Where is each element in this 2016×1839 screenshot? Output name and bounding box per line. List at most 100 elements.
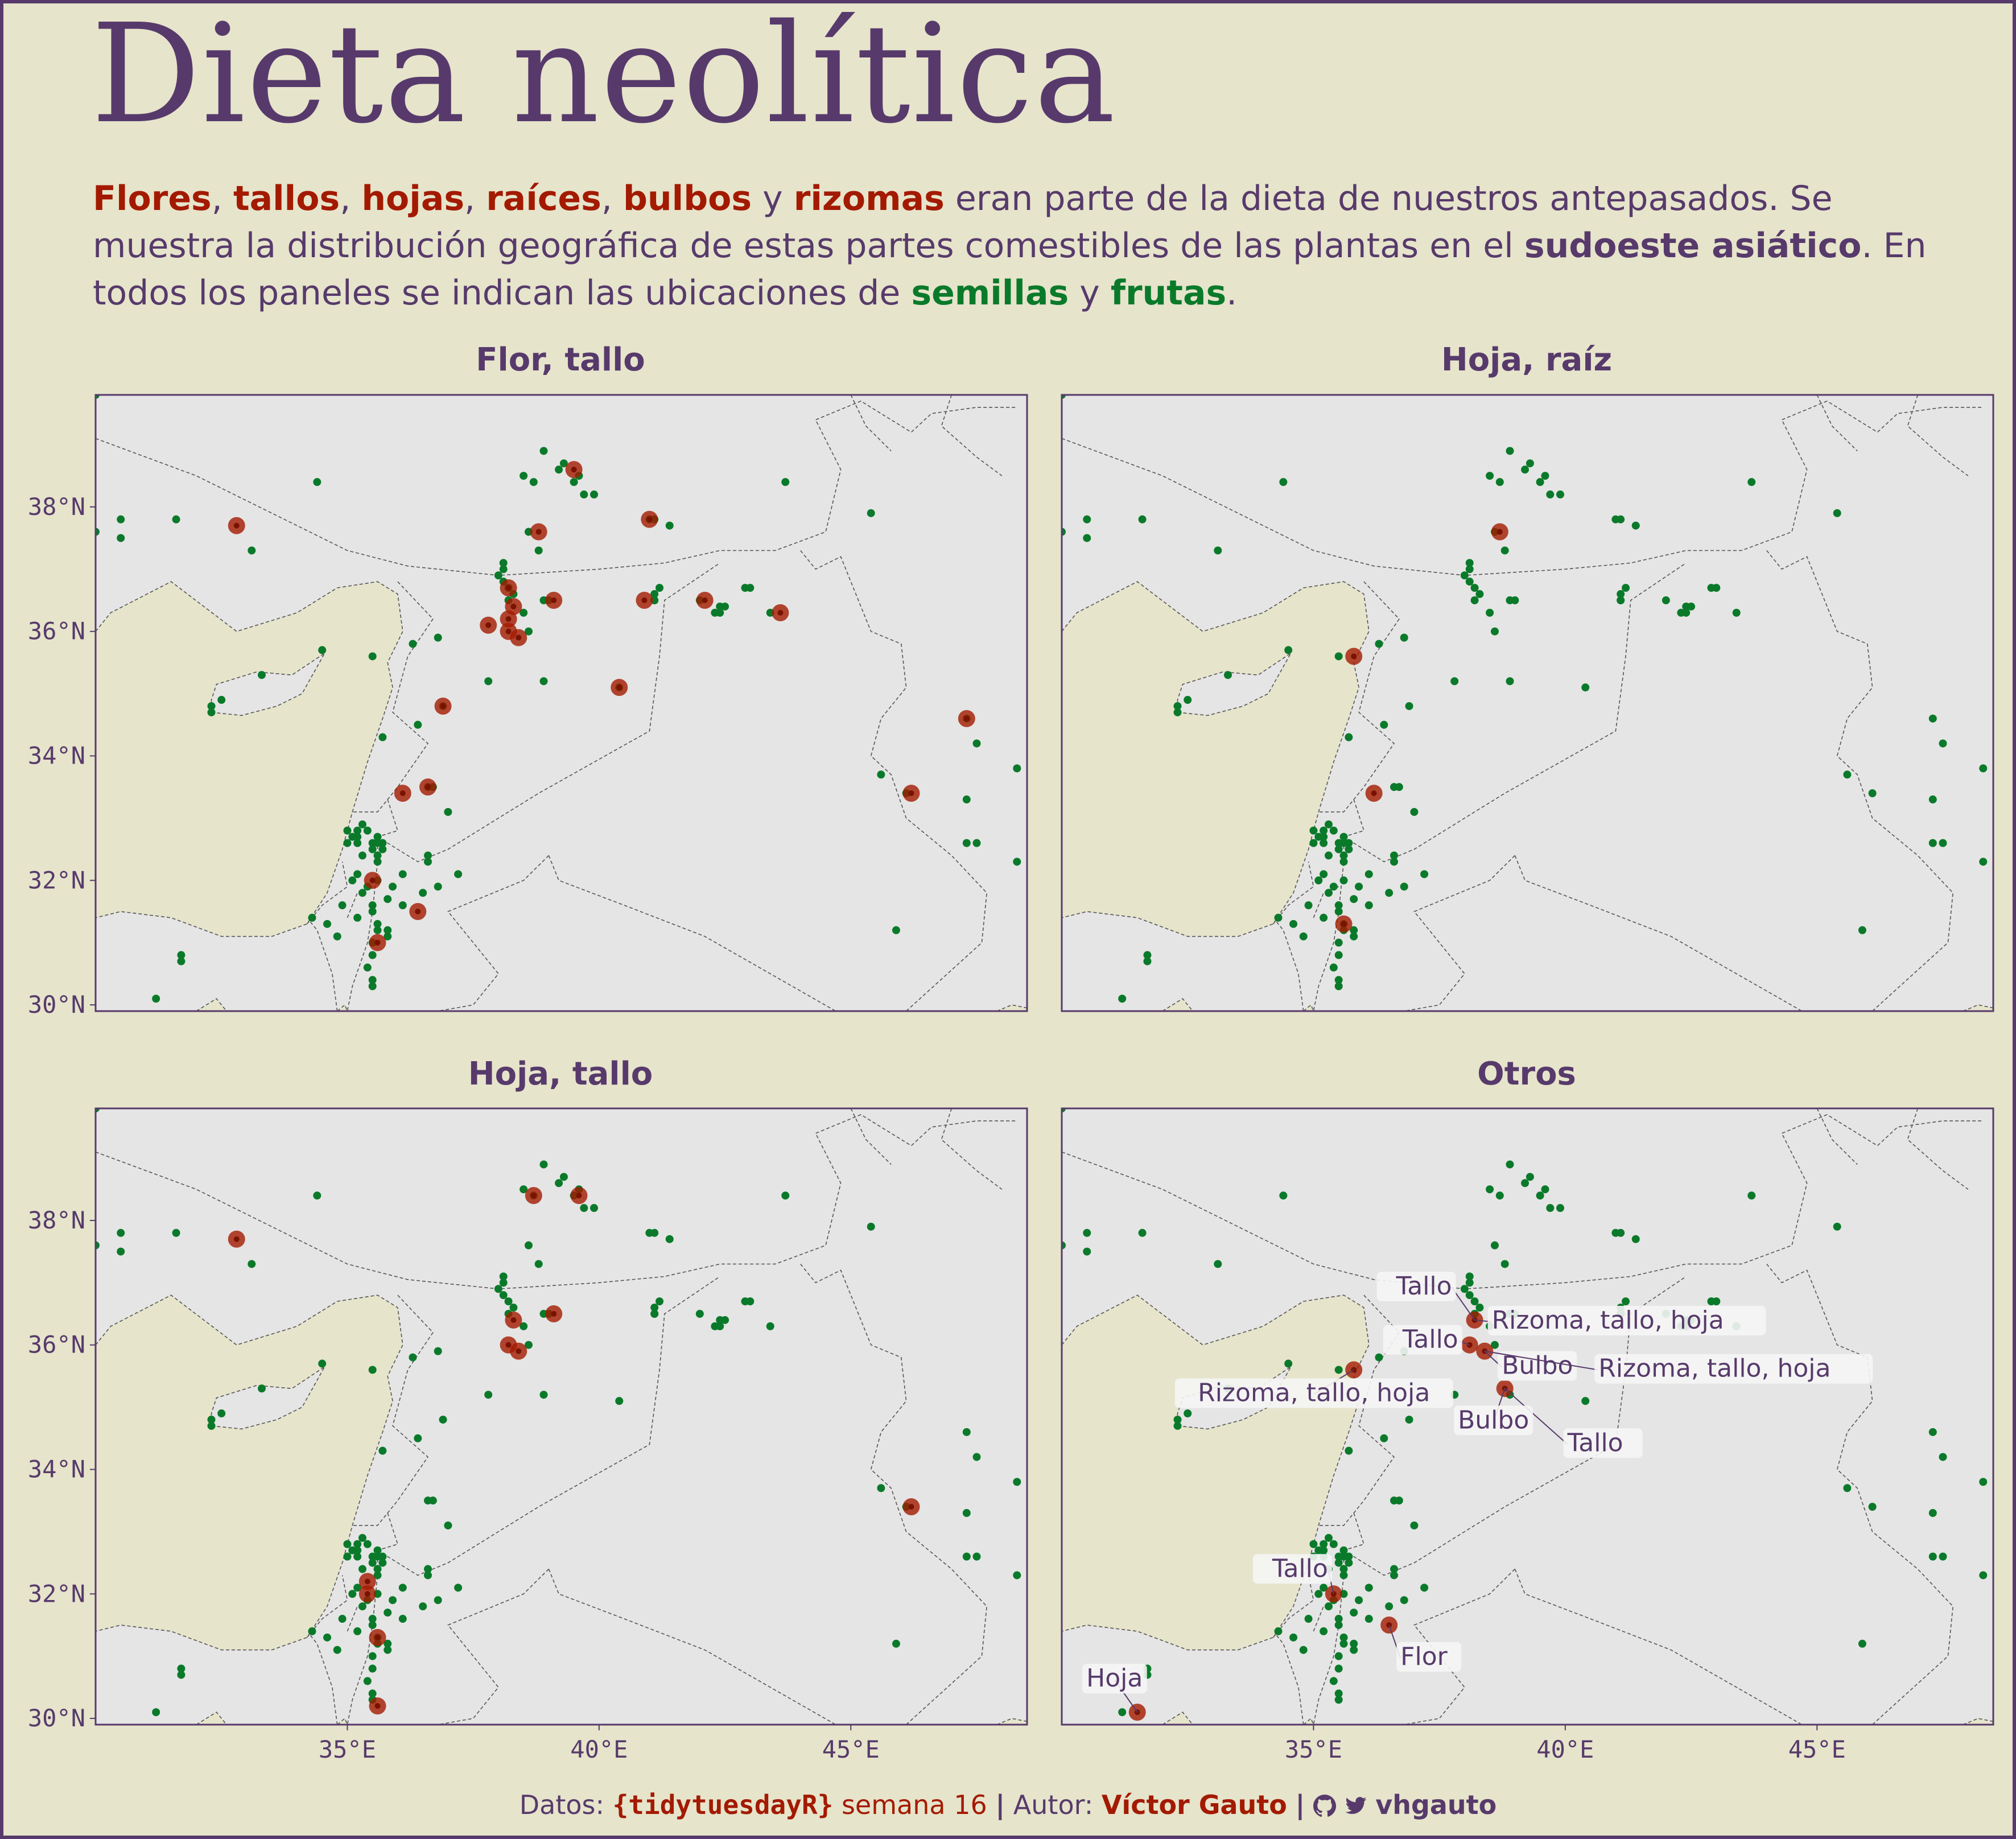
seed-fruit-point (721, 1316, 729, 1324)
seed-fruit-point (580, 490, 588, 499)
plant-part-point-core (505, 628, 512, 634)
seed-fruit-point (892, 926, 900, 934)
seed-fruit-point (1939, 739, 1947, 748)
point-label: Tallo (1567, 1428, 1623, 1457)
plant-part-point-core (551, 597, 557, 603)
seed-fruit-point (1013, 764, 1021, 773)
seed-fruit-point (1410, 807, 1419, 816)
plant-part-point-core (369, 877, 376, 884)
lat-tick-label: 36°N (28, 1331, 85, 1359)
point-label: Rizoma, tallo, hoja (1198, 1378, 1430, 1407)
seed-fruit-point (1320, 826, 1328, 835)
seed-fruit-point (1858, 926, 1866, 934)
seed-fruit-point (1083, 515, 1091, 523)
seed-fruit-point (1284, 1359, 1293, 1368)
seed-fruit-point (1868, 789, 1877, 798)
seed-fruit-point (1299, 1646, 1308, 1654)
seed-fruit-point (1324, 889, 1333, 897)
seed-fruit-point (353, 870, 362, 879)
seed-fruit-point (1320, 870, 1328, 879)
seed-fruit-point (1475, 590, 1484, 599)
plant-part-point-core (374, 1634, 381, 1640)
seed-fruit-point (520, 472, 528, 480)
point-label: Tallo (1272, 1554, 1328, 1583)
seed-fruit-point (1712, 584, 1721, 592)
seed-fruit-point (1546, 1204, 1555, 1213)
seed-fruit-point (1939, 1453, 1947, 1461)
seed-fruit-point (1405, 702, 1413, 710)
seed-fruit-point (1405, 1415, 1413, 1424)
seed-fruit-point (1617, 515, 1625, 523)
seed-fruit-point (665, 521, 674, 530)
seed-fruit-point (409, 640, 417, 648)
plant-part-point-core (485, 622, 492, 628)
seed-fruit-point (1465, 1272, 1474, 1281)
twitter-icon[interactable] (1345, 1795, 1367, 1817)
plant-part-point-core (233, 1236, 240, 1242)
seed-fruit-point (1184, 1409, 1192, 1418)
seed-fruit-point (1475, 1304, 1484, 1312)
seed-fruit-point (308, 913, 316, 922)
seed-fruit-point (398, 1615, 407, 1623)
footer-separator-2: | (1295, 1789, 1305, 1820)
seed-fruit-point (1395, 1496, 1403, 1505)
seed-fruit-point (1329, 826, 1338, 835)
seed-fruit-point (1329, 1677, 1338, 1685)
seed-fruit-point (1364, 901, 1373, 910)
seed-fruit-point (343, 839, 352, 847)
seed-fruit-point (746, 1297, 755, 1306)
seed-fruit-point (494, 571, 502, 580)
plant-part-point-core (233, 522, 240, 529)
seed-fruit-point (1309, 826, 1318, 835)
seed-fruit-point (1324, 820, 1333, 828)
seed-fruit-point (398, 870, 407, 879)
seed-fruit-point (414, 1434, 422, 1442)
seed-fruit-point (428, 1496, 437, 1505)
github-icon[interactable] (1313, 1795, 1336, 1817)
seed-fruit-point (1622, 584, 1630, 592)
seed-fruit-point (373, 857, 382, 866)
seed-fruit-point (1631, 521, 1640, 530)
seed-fruit-point (1334, 938, 1343, 947)
seed-fruit-point (1465, 559, 1474, 567)
seed-fruit-point (1928, 1509, 1937, 1518)
seed-fruit-point (384, 1609, 392, 1617)
seed-fruit-point (1400, 883, 1408, 891)
lat-tick-label: 34°N (28, 741, 85, 769)
seed-fruit-point (1380, 720, 1388, 729)
seed-fruit-point (419, 889, 427, 897)
seed-fruit-point (363, 1677, 372, 1685)
seed-fruit-point (1289, 1633, 1298, 1642)
seed-fruit-point (248, 546, 256, 555)
seed-fruit-point (444, 1521, 452, 1529)
seed-fruit-point (378, 845, 387, 853)
seed-fruit-point (373, 926, 382, 934)
seed-fruit-point (217, 1409, 226, 1418)
seed-fruit-point (1979, 764, 1988, 773)
seed-fruit-point (1470, 584, 1479, 592)
seed-fruit-point (590, 1204, 599, 1213)
seed-fruit-point (1339, 839, 1348, 847)
seed-fruit-point (972, 1552, 981, 1561)
seed-fruit-point (1732, 608, 1741, 617)
lat-tick-label: 32°N (28, 866, 85, 894)
seed-fruit-point (348, 1590, 357, 1598)
seed-fruit-point (117, 534, 125, 542)
seed-fruit-point (1500, 1260, 1509, 1268)
seed-fruit-point (1355, 883, 1363, 891)
seed-fruit-point (434, 1596, 442, 1605)
plant-part-point-core (646, 516, 653, 522)
seed-fruit-point (1289, 920, 1298, 928)
seed-fruit-point (1345, 1446, 1353, 1455)
seed-fruit-point (1495, 1191, 1504, 1200)
footer: Datos: {tidytuesdayR} semana 16 | Autor:… (0, 1789, 2016, 1820)
seed-fruit-point (1284, 646, 1293, 654)
seed-fruit-point (1118, 995, 1127, 1003)
seed-fruit-point (1460, 1285, 1469, 1293)
lat-tick-label: 36°N (28, 617, 85, 645)
seed-fruit-point (1339, 1639, 1348, 1648)
seed-fruit-point (172, 515, 180, 523)
plant-part-point-core (425, 784, 431, 790)
lat-tick-label: 30°N (28, 991, 85, 1019)
seed-fruit-point (424, 857, 432, 866)
